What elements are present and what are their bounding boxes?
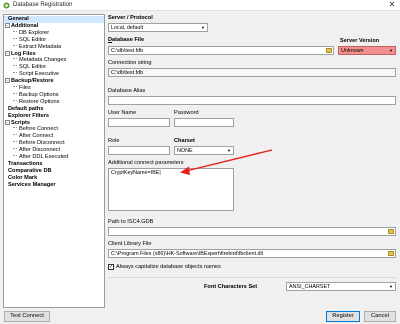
annotation-arrow — [180, 149, 273, 175]
